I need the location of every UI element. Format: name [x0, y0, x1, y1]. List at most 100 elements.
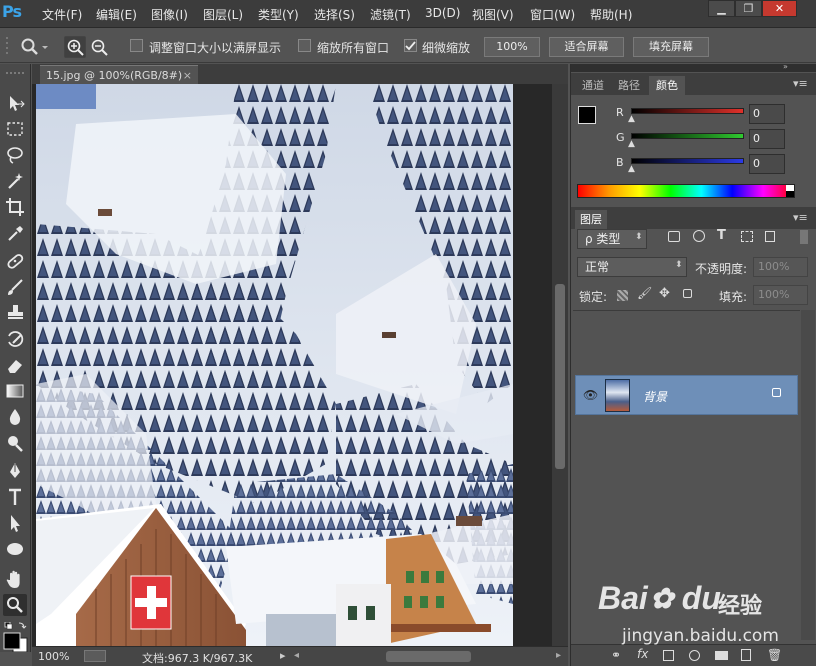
- menu-file[interactable]: 文件(F): [42, 6, 82, 23]
- color-swatches[interactable]: [3, 621, 29, 653]
- clone-stamp-tool-icon[interactable]: [3, 302, 27, 324]
- menu-3d[interactable]: 3D(D): [425, 6, 460, 20]
- new-adjustment-icon[interactable]: [689, 650, 700, 661]
- layers-scrollbar[interactable]: [801, 310, 815, 640]
- filter-shape-icon[interactable]: [741, 231, 753, 242]
- zoom-tool-preset-icon[interactable]: [18, 35, 48, 59]
- close-window-button[interactable]: ✕: [762, 0, 797, 17]
- history-brush-tool-icon[interactable]: [3, 328, 27, 350]
- fit-screen-button[interactable]: 适合屏幕: [549, 37, 624, 57]
- status-menu-arrow[interactable]: ▸: [280, 649, 286, 662]
- fill-input[interactable]: 100%: [753, 285, 808, 305]
- blur-tool-icon[interactable]: [3, 406, 27, 428]
- lock-transparency-icon[interactable]: [617, 290, 628, 301]
- fill-screen-button[interactable]: 填充屏幕: [633, 37, 709, 57]
- vertical-scrollbar-thumb[interactable]: [555, 284, 565, 469]
- green-slider-handle-icon[interactable]: ▲: [628, 139, 635, 149]
- tab-paths[interactable]: 路径: [613, 76, 645, 95]
- eraser-tool-icon[interactable]: [3, 354, 27, 376]
- menu-window[interactable]: 窗口(W): [530, 6, 575, 23]
- magic-wand-tool-icon[interactable]: [3, 170, 27, 192]
- crop-tool-icon[interactable]: [3, 196, 27, 218]
- panel-menu-icon[interactable]: ▾≡: [793, 77, 808, 90]
- red-value-input[interactable]: 0: [749, 104, 785, 124]
- hscroll-left-icon[interactable]: ◂: [294, 650, 302, 663]
- tab-channels[interactable]: 通道: [577, 76, 609, 95]
- minimize-button[interactable]: ▁: [708, 0, 735, 17]
- brush-tool-icon[interactable]: [3, 276, 27, 298]
- add-mask-icon[interactable]: [663, 650, 674, 661]
- close-tab-icon[interactable]: ×: [183, 66, 192, 85]
- layer-style-icon[interactable]: fx: [637, 647, 648, 661]
- menu-image[interactable]: 图像(I): [151, 6, 188, 23]
- layer-row-background[interactable]: 👁 背景: [575, 375, 798, 415]
- zoom-100-button[interactable]: 100%: [484, 37, 540, 57]
- lock-position-icon[interactable]: ✥: [659, 286, 670, 301]
- filter-pixel-icon[interactable]: [668, 231, 680, 242]
- menu-edit[interactable]: 编辑(E): [96, 6, 137, 23]
- visibility-eye-icon[interactable]: 👁: [583, 388, 598, 402]
- lock-all-icon[interactable]: [683, 289, 692, 298]
- menu-select[interactable]: 选择(S): [314, 6, 355, 23]
- zoom-in-icon[interactable]: [64, 36, 86, 58]
- lock-pixels-icon[interactable]: 🖌: [637, 286, 652, 300]
- filter-type-icon[interactable]: T: [717, 228, 726, 243]
- gradient-tool-icon[interactable]: [3, 380, 27, 402]
- menu-help[interactable]: 帮助(H): [590, 6, 632, 23]
- menu-view[interactable]: 视图(V): [472, 6, 514, 23]
- status-zoom[interactable]: 100%: [38, 650, 69, 663]
- blue-value-input[interactable]: 0: [749, 154, 785, 174]
- green-slider[interactable]: [631, 133, 744, 139]
- move-tool-icon[interactable]: [3, 92, 27, 114]
- color-ramp[interactable]: [577, 184, 795, 198]
- collapse-panels-icon[interactable]: »: [783, 62, 788, 71]
- ellipse-tool-icon[interactable]: [3, 538, 27, 560]
- blue-slider-handle-icon[interactable]: ▲: [628, 164, 635, 174]
- red-slider[interactable]: [631, 108, 744, 114]
- menu-filter[interactable]: 滤镜(T): [370, 6, 411, 23]
- healing-brush-tool-icon[interactable]: [3, 250, 27, 272]
- lasso-tool-icon[interactable]: [3, 144, 27, 166]
- opacity-input[interactable]: 100%: [753, 257, 808, 277]
- restore-button[interactable]: ❐: [735, 0, 762, 17]
- blend-dropdown-arrow-icon[interactable]: ⬍: [675, 260, 683, 270]
- layers-menu-icon[interactable]: ▾≡: [793, 211, 808, 224]
- path-selection-tool-icon[interactable]: [3, 512, 27, 534]
- tab-layers[interactable]: 图层: [575, 210, 607, 229]
- foreground-color-swatch[interactable]: [578, 106, 596, 124]
- hand-tool-icon[interactable]: [3, 568, 27, 590]
- document-tab[interactable]: 15.jpg @ 100%(RGB/8#) ×: [40, 65, 198, 84]
- zoom-tool-icon[interactable]: [3, 594, 27, 616]
- dodge-tool-icon[interactable]: [3, 432, 27, 454]
- delete-layer-icon[interactable]: 🗑: [767, 648, 782, 662]
- zoom-all-checkbox[interactable]: [298, 39, 311, 52]
- toolbar-collapse-grip[interactable]: [3, 66, 28, 74]
- layer-name[interactable]: 背景: [643, 388, 667, 405]
- resize-windows-checkbox[interactable]: [130, 39, 143, 52]
- menu-type[interactable]: 类型(Y): [258, 6, 299, 23]
- filter-toggle-icon[interactable]: [800, 230, 808, 244]
- red-slider-handle-icon[interactable]: ▲: [628, 114, 635, 124]
- zoom-out-icon[interactable]: [88, 36, 110, 58]
- menu-layer[interactable]: 图层(L): [203, 6, 243, 23]
- new-group-icon[interactable]: [715, 651, 728, 660]
- link-layers-icon[interactable]: ⚭: [611, 648, 621, 662]
- filter-adjustment-icon[interactable]: [693, 230, 705, 242]
- new-layer-icon[interactable]: [741, 649, 751, 661]
- color-ramp-black[interactable]: [786, 191, 794, 197]
- blend-mode-dropdown[interactable]: 正常: [577, 257, 687, 277]
- horizontal-scrollbar-thumb[interactable]: [386, 651, 471, 662]
- marquee-tool-icon[interactable]: [3, 118, 27, 140]
- panel-dock-header[interactable]: »: [571, 62, 816, 72]
- status-preview-icon[interactable]: [84, 650, 106, 662]
- tab-color[interactable]: 颜色: [649, 76, 685, 95]
- type-tool-icon[interactable]: [3, 486, 27, 508]
- scrubby-zoom-checkbox[interactable]: [404, 39, 417, 52]
- document-image[interactable]: [36, 84, 513, 646]
- blue-slider[interactable]: [631, 158, 744, 164]
- green-value-input[interactable]: 0: [749, 129, 785, 149]
- eyedropper-tool-icon[interactable]: [3, 222, 27, 244]
- hscroll-right-icon[interactable]: ▸: [556, 650, 564, 661]
- filter-smart-object-icon[interactable]: [765, 231, 775, 242]
- filter-dropdown-arrow-icon[interactable]: ⬍: [635, 232, 643, 242]
